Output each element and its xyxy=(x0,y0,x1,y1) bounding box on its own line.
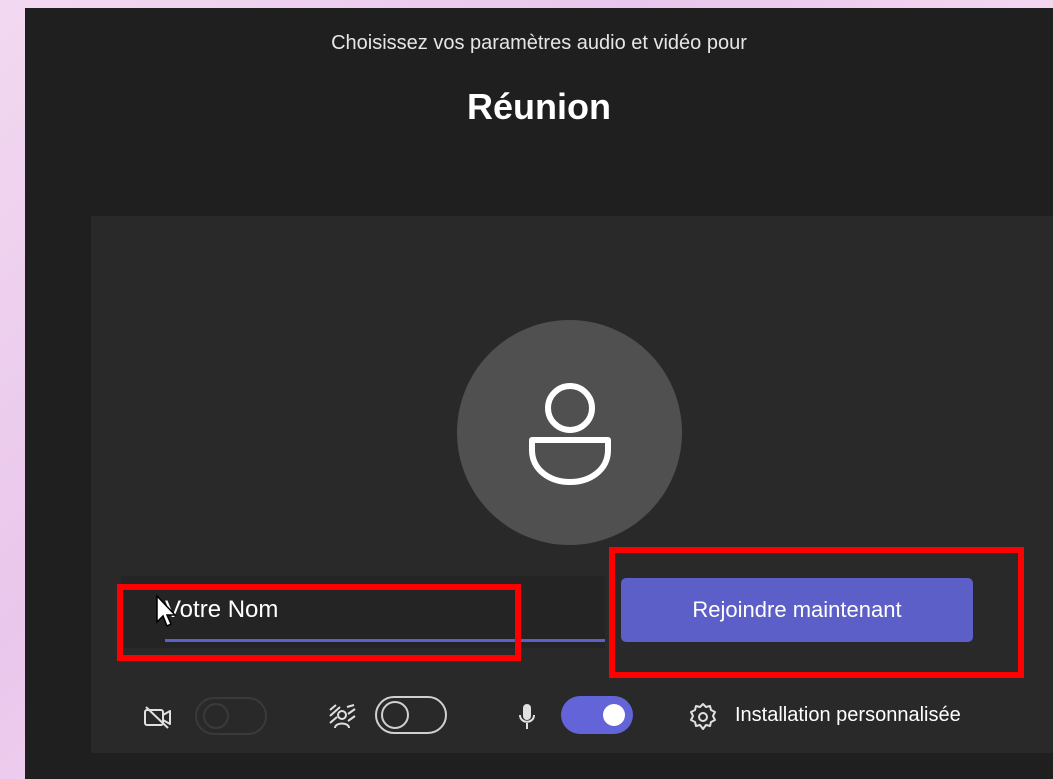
background-effects-toggle[interactable] xyxy=(375,696,447,734)
prejoin-subtitle: Choisissez vos paramètres audio et vidéo… xyxy=(331,32,747,54)
person-icon xyxy=(528,382,611,485)
join-now-button[interactable]: Rejoindre maintenant xyxy=(621,578,973,642)
microphone-toggle[interactable] xyxy=(561,696,633,734)
name-field[interactable] xyxy=(121,576,605,648)
background-effects-toggle-knob xyxy=(381,701,409,729)
mouse-cursor-icon xyxy=(156,594,177,628)
name-field-underline xyxy=(165,639,605,642)
name-input[interactable] xyxy=(165,590,465,630)
gear-icon[interactable] xyxy=(687,701,719,733)
media-controls-bar: Installation personnalisée xyxy=(91,684,1053,744)
custom-setup-label[interactable]: Installation personnalisée xyxy=(735,704,961,727)
camera-toggle[interactable] xyxy=(195,697,267,735)
camera-off-icon[interactable] xyxy=(143,704,173,730)
avatar xyxy=(457,320,682,545)
video-preview-panel: Rejoindre maintenant xyxy=(91,216,1053,753)
microphone-toggle-knob xyxy=(603,704,625,726)
camera-toggle-knob xyxy=(203,703,229,729)
background-blur-icon[interactable] xyxy=(327,704,357,730)
meeting-title: Réunion xyxy=(467,86,611,127)
microphone-icon[interactable] xyxy=(517,702,537,732)
meeting-prejoin-window: Choisissez vos paramètres audio et vidéo… xyxy=(25,8,1053,779)
